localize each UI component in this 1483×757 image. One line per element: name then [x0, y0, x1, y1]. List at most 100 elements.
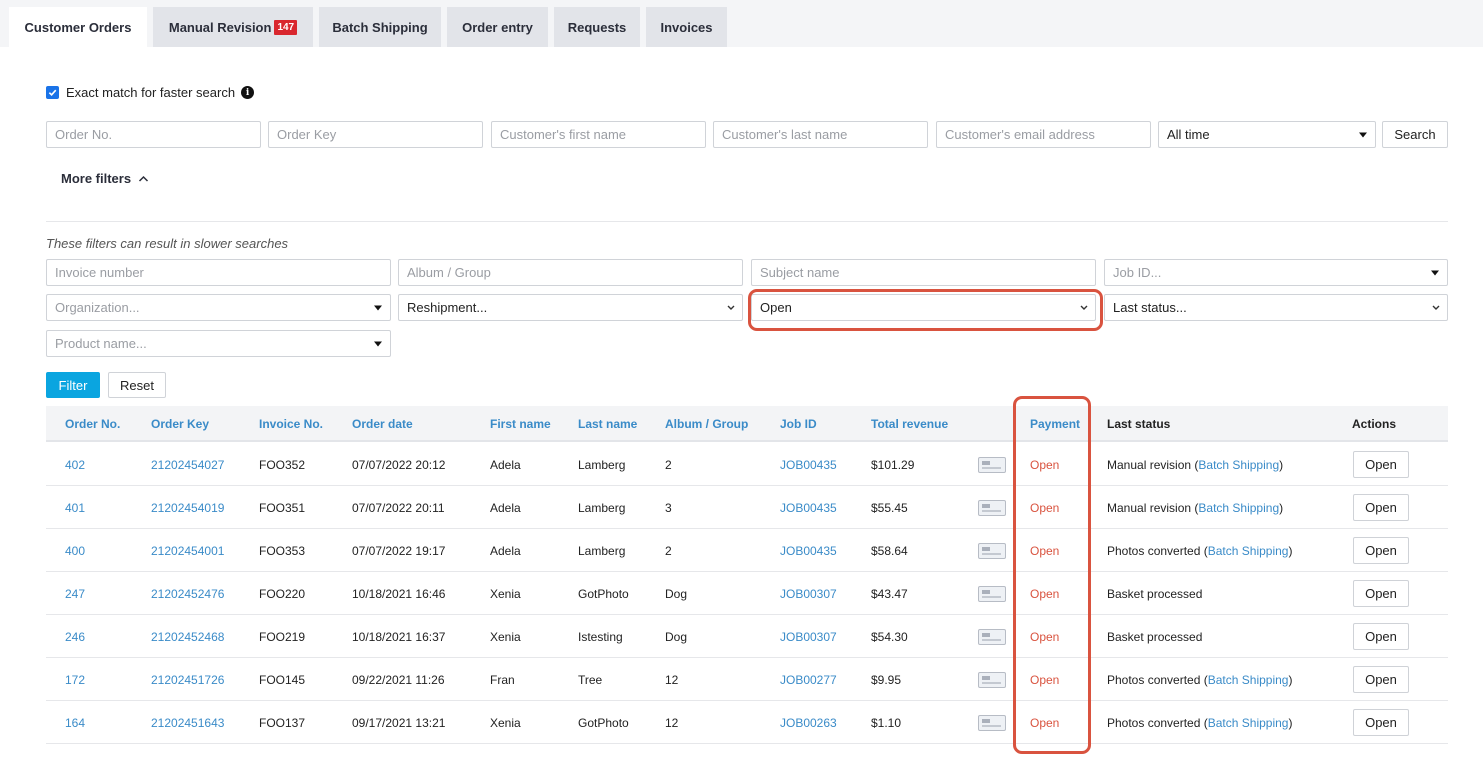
exact-match-option[interactable]: Exact match for faster search i: [46, 85, 255, 100]
tab-label: Order entry: [462, 19, 533, 35]
chevron-down-icon: [727, 305, 735, 310]
order-key-link[interactable]: 21202451726: [151, 658, 224, 701]
order-no-link[interactable]: 401: [65, 486, 85, 529]
col-first-name[interactable]: First name: [490, 406, 551, 442]
reset-button[interactable]: Reset: [108, 372, 166, 398]
search-button[interactable]: Search: [1382, 121, 1448, 148]
open-order-button[interactable]: Open: [1353, 580, 1409, 607]
first-name: Xenia: [490, 629, 521, 644]
invoice-number-input[interactable]: Invoice number: [46, 259, 391, 286]
tab-bar: Customer Orders Manual Revision 147 Batch…: [0, 0, 1483, 47]
col-order-date[interactable]: Order date: [352, 406, 413, 442]
order-no-link[interactable]: 246: [65, 615, 85, 658]
col-last-name[interactable]: Last name: [578, 406, 637, 442]
table-row: 402 21202454027 FOO352 07/07/2022 20:12 Adel…: [46, 443, 1448, 486]
last-name: Lamberg: [578, 543, 626, 558]
job-id-link[interactable]: JOB00263: [780, 701, 837, 744]
organization-select[interactable]: Organization...: [46, 294, 391, 321]
order-no-link[interactable]: 247: [65, 572, 85, 615]
col-order-key[interactable]: Order Key: [151, 406, 209, 442]
tab-customer-orders[interactable]: Customer Orders: [9, 7, 147, 47]
job-id-link[interactable]: JOB00307: [780, 615, 837, 658]
invoice-no: FOO145: [259, 672, 306, 687]
job-id-link[interactable]: JOB00277: [780, 658, 837, 701]
tab-requests[interactable]: Requests: [554, 7, 640, 47]
paren: ): [1279, 500, 1284, 515]
last-name-input[interactable]: Customer's last name: [713, 121, 928, 148]
order-key-link[interactable]: 21202451643: [151, 701, 224, 744]
product-name-select[interactable]: Product name...: [46, 330, 391, 357]
open-order-button[interactable]: Open: [1353, 709, 1409, 736]
open-order-button[interactable]: Open: [1353, 494, 1409, 521]
status-batch-link[interactable]: Batch Shipping: [1208, 716, 1289, 730]
order-key-link[interactable]: 21202454001: [151, 529, 224, 572]
first-name: Xenia: [490, 586, 521, 601]
first-name-input[interactable]: Customer's first name: [491, 121, 706, 148]
col-order-no[interactable]: Order No.: [65, 406, 120, 442]
last-status: Photos converted (Batch Shipping): [1107, 529, 1292, 572]
order-no-input[interactable]: Order No.: [46, 121, 261, 148]
open-order-button[interactable]: Open: [1353, 451, 1409, 478]
order-key-link[interactable]: 21202454019: [151, 486, 224, 529]
job-id-link[interactable]: JOB00435: [780, 529, 837, 572]
payment-status-select[interactable]: Open: [751, 294, 1096, 321]
paren: ): [1288, 543, 1293, 558]
order-key-link[interactable]: 21202452468: [151, 615, 224, 658]
status-batch-link[interactable]: Batch Shipping: [1208, 673, 1289, 687]
open-order-button[interactable]: Open: [1353, 537, 1409, 564]
placeholder: Order No.: [55, 127, 113, 142]
reshipment-select[interactable]: Reshipment...: [398, 294, 743, 321]
order-no-link[interactable]: 402: [65, 443, 85, 486]
status-batch-link[interactable]: Batch Shipping: [1198, 501, 1279, 515]
paren: ): [1288, 672, 1293, 687]
job-id-select[interactable]: Job ID...: [1104, 259, 1448, 286]
order-no-link[interactable]: 172: [65, 658, 85, 701]
tab-order-entry[interactable]: Order entry: [447, 7, 548, 47]
last-name: Tree: [578, 672, 603, 687]
order-date: 10/18/2021 16:37: [352, 629, 446, 644]
album-group-input[interactable]: Album / Group: [398, 259, 743, 286]
job-id-link[interactable]: JOB00435: [780, 486, 837, 529]
total-revenue: $55.45: [871, 500, 908, 515]
placeholder: Subject name: [760, 265, 840, 280]
col-payment[interactable]: Payment: [1030, 406, 1080, 442]
payment-card-icon: [978, 629, 1006, 645]
exact-match-checkbox[interactable]: [46, 86, 59, 99]
status-text: Photos converted: [1107, 543, 1201, 558]
job-id-link[interactable]: JOB00307: [780, 572, 837, 615]
status-batch-link[interactable]: Batch Shipping: [1198, 458, 1279, 472]
info-icon[interactable]: i: [241, 86, 255, 99]
first-name: Adela: [490, 500, 521, 515]
paren: (: [1200, 543, 1208, 558]
order-key-link[interactable]: 21202454027: [151, 443, 224, 486]
invoice-no: FOO220: [259, 586, 306, 601]
col-actions: Actions: [1352, 417, 1397, 431]
subject-name-input[interactable]: Subject name: [751, 259, 1096, 286]
order-no-link[interactable]: 400: [65, 529, 85, 572]
col-album[interactable]: Album / Group: [665, 406, 748, 442]
open-order-button[interactable]: Open: [1353, 666, 1409, 693]
col-invoice-no[interactable]: Invoice No.: [259, 406, 323, 442]
more-filters-toggle[interactable]: More filters: [61, 171, 149, 186]
status-text: Photos converted: [1107, 715, 1201, 730]
tab-invoices[interactable]: Invoices: [646, 7, 727, 47]
col-job-id[interactable]: Job ID: [780, 406, 817, 442]
button-label: Reset: [120, 377, 154, 393]
tab-label: Customer Orders: [24, 19, 132, 35]
tab-batch-shipping[interactable]: Batch Shipping: [319, 7, 441, 47]
email-input[interactable]: Customer's email address: [936, 121, 1151, 148]
placeholder: Product name...: [55, 336, 147, 351]
filter-button[interactable]: Filter: [46, 372, 100, 398]
last-status: Basket processed: [1107, 572, 1202, 615]
payment-status: Open: [1030, 715, 1060, 730]
time-range-select[interactable]: All time: [1158, 121, 1376, 148]
tab-manual-revision[interactable]: Manual Revision 147: [153, 7, 313, 47]
status-batch-link[interactable]: Batch Shipping: [1208, 544, 1289, 558]
order-key-link[interactable]: 21202452476: [151, 572, 224, 615]
job-id-link[interactable]: JOB00435: [780, 443, 837, 486]
open-order-button[interactable]: Open: [1353, 623, 1409, 650]
col-revenue[interactable]: Total revenue: [871, 406, 948, 442]
order-no-link[interactable]: 164: [65, 701, 85, 744]
order-key-input[interactable]: Order Key: [268, 121, 483, 148]
last-status-select[interactable]: Last status...: [1104, 294, 1448, 321]
